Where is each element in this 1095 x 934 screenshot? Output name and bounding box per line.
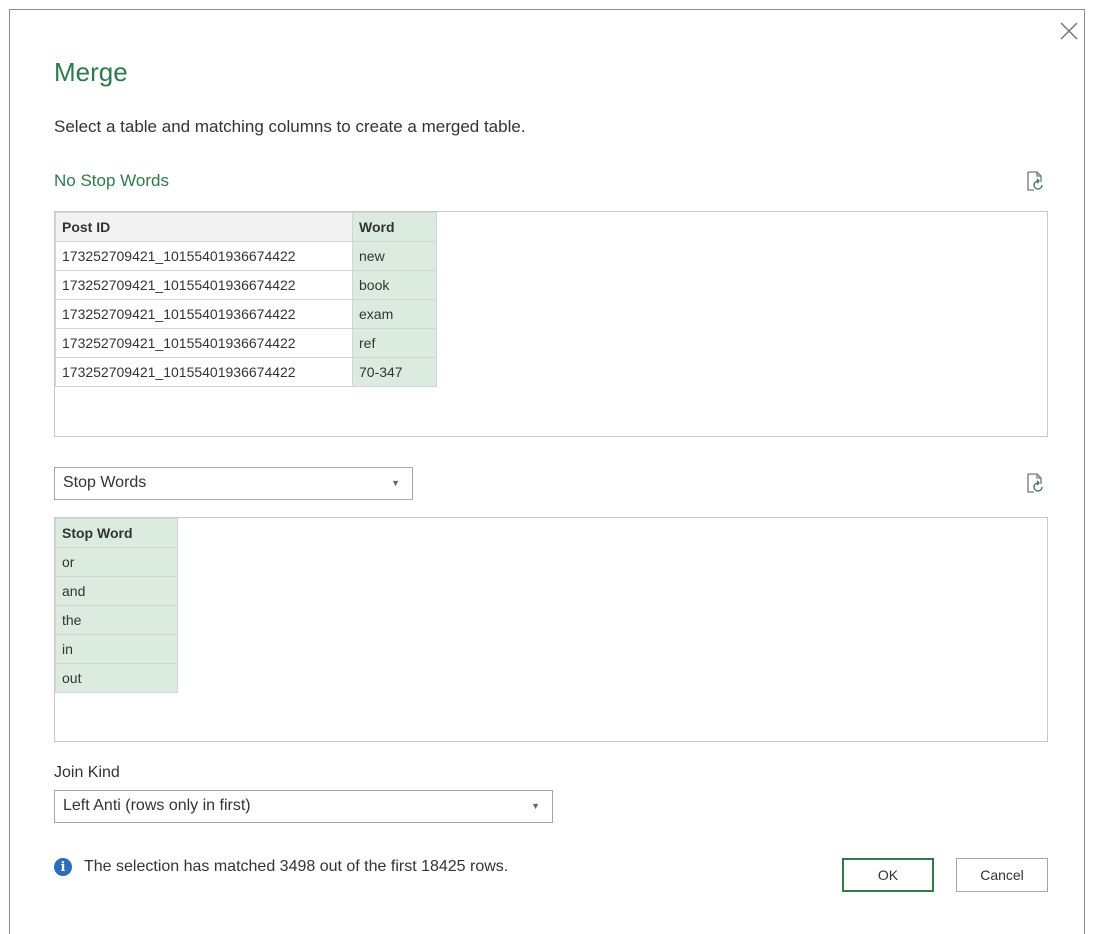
first-table-name: No Stop Words xyxy=(54,171,169,190)
cell-stop-word: and xyxy=(55,576,178,606)
second-table-grid: Stop Word or and the in out xyxy=(55,518,178,693)
second-table-preview: Stop Word or and the in out xyxy=(54,517,1048,742)
join-kind-select[interactable]: Left Anti (rows only in first) ▼ xyxy=(54,790,553,823)
cell-stop-word: or xyxy=(55,547,178,577)
chevron-down-icon: ▼ xyxy=(391,478,400,488)
cell-word: book xyxy=(352,270,437,300)
table-row: or xyxy=(55,547,178,577)
cell-stop-word: the xyxy=(55,605,178,635)
chevron-down-icon: ▼ xyxy=(531,801,540,811)
column-header-stop-word[interactable]: Stop Word xyxy=(55,518,178,548)
cell-word: ref xyxy=(352,328,437,358)
join-kind-label: Join Kind xyxy=(54,764,120,781)
status-text: The selection has matched 3498 out of th… xyxy=(84,858,509,875)
status-message: i The selection has matched 3498 out of … xyxy=(54,858,508,876)
dialog-subtitle: Select a table and matching columns to c… xyxy=(54,117,526,136)
first-table-preview: Post ID Word 173252709421_10155401936674… xyxy=(54,211,1048,437)
column-header-word[interactable]: Word xyxy=(352,212,437,242)
table-row: 173252709421_10155401936674422 new xyxy=(55,241,437,271)
cell-stop-word: out xyxy=(55,663,178,693)
cell-post-id: 173252709421_10155401936674422 xyxy=(55,357,353,387)
cell-post-id: 173252709421_10155401936674422 xyxy=(55,328,353,358)
table-row: 173252709421_10155401936674422 70-347 xyxy=(55,357,437,387)
cancel-button[interactable]: Cancel xyxy=(956,858,1048,892)
cell-post-id: 173252709421_10155401936674422 xyxy=(55,270,353,300)
table-row: out xyxy=(55,663,178,693)
cell-post-id: 173252709421_10155401936674422 xyxy=(55,299,353,329)
info-icon: i xyxy=(54,858,72,876)
first-table-grid: Post ID Word 173252709421_10155401936674… xyxy=(55,212,437,387)
column-header-post-id[interactable]: Post ID xyxy=(55,212,353,242)
cell-word: 70-347 xyxy=(352,357,437,387)
table-row: and xyxy=(55,576,178,606)
table-row: 173252709421_10155401936674422 exam xyxy=(55,299,437,329)
cell-post-id: 173252709421_10155401936674422 xyxy=(55,241,353,271)
table-row: the xyxy=(55,605,178,635)
cell-stop-word: in xyxy=(55,634,178,664)
cell-word: new xyxy=(352,241,437,271)
refresh-preview-icon[interactable] xyxy=(1024,472,1046,494)
close-icon[interactable] xyxy=(1058,20,1080,42)
table-row: in xyxy=(55,634,178,664)
ok-button[interactable]: OK xyxy=(842,858,934,892)
table-row: 173252709421_10155401936674422 book xyxy=(55,270,437,300)
table-row: 173252709421_10155401936674422 ref xyxy=(55,328,437,358)
second-table-select-value: Stop Words xyxy=(63,474,147,491)
refresh-preview-icon[interactable] xyxy=(1024,170,1046,192)
second-table-select[interactable]: Stop Words ▼ xyxy=(54,467,413,500)
cell-word: exam xyxy=(352,299,437,329)
dialog-title: Merge xyxy=(54,57,128,87)
join-kind-select-value: Left Anti (rows only in first) xyxy=(63,797,251,814)
